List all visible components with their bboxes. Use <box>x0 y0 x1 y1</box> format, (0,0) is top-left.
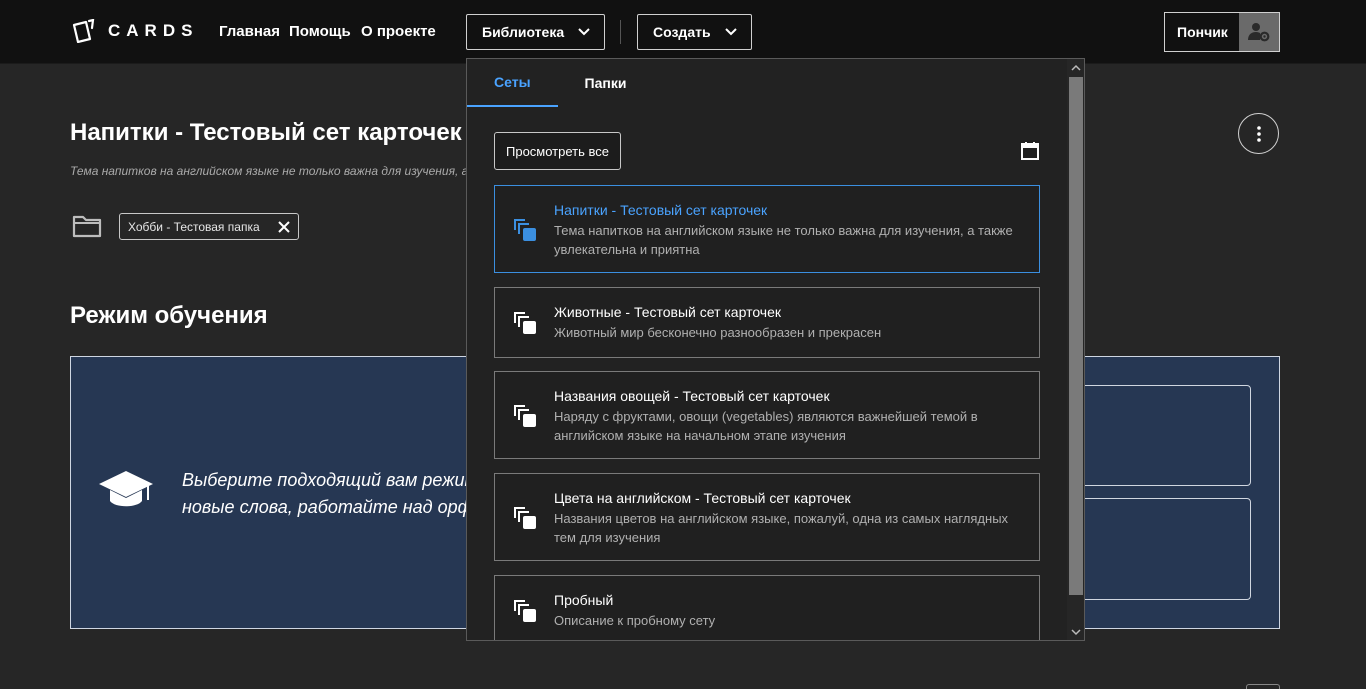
set-title: Животные - Тестовый сет карточек <box>554 304 782 320</box>
kebab-menu-icon <box>1256 125 1261 142</box>
library-label: Библиотека <box>482 24 565 40</box>
page-title: Напитки - Тестовый сет карточек <box>70 119 462 146</box>
create-label: Создать <box>653 24 711 40</box>
nav-link-home[interactable]: Главная <box>219 23 280 40</box>
user-name: Пончик <box>1177 24 1228 40</box>
card-stack-icon <box>514 312 536 334</box>
study-text-line-2: новые слова, работайте над орфографией <box>182 497 482 517</box>
set-title: Названия овощей - Тестовый сет карточек <box>554 388 830 404</box>
set-description: Тема напитков на английском языке не тол… <box>554 223 1013 257</box>
folder-chip[interactable]: Хобби - Тестовая папка <box>119 213 299 240</box>
study-text-line-1: Выберите подходящий вам режим обучения, … <box>182 470 482 490</box>
create-dropdown-button[interactable]: Создать <box>637 14 752 50</box>
nav-divider <box>620 20 621 44</box>
card-stack-icon <box>514 507 536 529</box>
close-icon[interactable] <box>277 220 291 234</box>
set-title: Цвета на английском - Тестовый сет карто… <box>554 490 851 506</box>
set-item[interactable]: Названия овощей - Тестовый сет карточек … <box>494 371 1040 459</box>
user-menu[interactable]: Пончик <box>1164 12 1280 52</box>
folder-chip-label: Хобби - Тестовая папка <box>128 219 260 234</box>
scroll-up-icon[interactable] <box>1071 63 1081 73</box>
card-stack-icon <box>514 219 536 241</box>
logo[interactable]: CARDS <box>72 19 198 43</box>
chevron-down-icon <box>724 28 737 36</box>
user-settings-icon[interactable] <box>1239 13 1279 51</box>
scrollbar-thumb[interactable] <box>1069 77 1083 595</box>
library-dropdown-button[interactable]: Библиотека <box>466 14 606 50</box>
set-title: Напитки - Тестовый сет карточек <box>554 202 768 218</box>
logo-text: CARDS <box>108 21 199 40</box>
folder-icon <box>72 215 102 238</box>
set-item[interactable]: Напитки - Тестовый сет карточек Тема нап… <box>494 185 1040 273</box>
dropdown-tabs: Сеты Папки <box>467 59 1067 107</box>
scroll-down-icon[interactable] <box>1071 627 1081 637</box>
calendar-icon[interactable] <box>1020 141 1040 161</box>
chevron-down-icon <box>578 28 590 36</box>
dropdown-scrollbar[interactable] <box>1067 59 1084 640</box>
set-description: Названия цветов на английском языке, пож… <box>554 511 1009 545</box>
set-item[interactable]: Животные - Тестовый сет карточек Животны… <box>494 287 1040 358</box>
nav-link-about[interactable]: О проекте <box>361 23 436 40</box>
set-description: Описание к пробному сету <box>554 613 716 628</box>
card-stack-icon <box>514 405 536 427</box>
set-title: Пробный <box>554 592 614 608</box>
set-item[interactable]: Цвета на английском - Тестовый сет карто… <box>494 473 1040 561</box>
tab-folders[interactable]: Папки <box>558 59 654 107</box>
set-description: Наряду с фруктами, овощи (vegetables) яв… <box>554 409 978 443</box>
view-all-button[interactable]: Просмотреть все <box>494 132 621 170</box>
top-navbar: CARDS Главная Помощь О проекте Библиотек… <box>0 0 1366 64</box>
set-description: Животный мир бесконечно разнообразен и п… <box>554 325 882 340</box>
study-text: Выберите подходящий вам режим обучения, … <box>182 467 482 521</box>
card-stack-icon <box>514 600 536 622</box>
kebab-menu-button[interactable] <box>1238 113 1279 154</box>
graduation-cap-icon <box>99 471 153 507</box>
tab-sets[interactable]: Сеты <box>467 59 558 107</box>
set-item[interactable]: Пробный Описание к пробному сету <box>494 575 1040 640</box>
nav-link-help[interactable]: Помощь <box>289 23 351 40</box>
library-dropdown: Сеты Папки Просмотреть все Напитки - Тес… <box>466 58 1085 641</box>
scroll-top-button[interactable] <box>1246 684 1280 689</box>
cards-logo-icon <box>72 19 95 43</box>
section-title: Режим обучения <box>70 302 268 329</box>
